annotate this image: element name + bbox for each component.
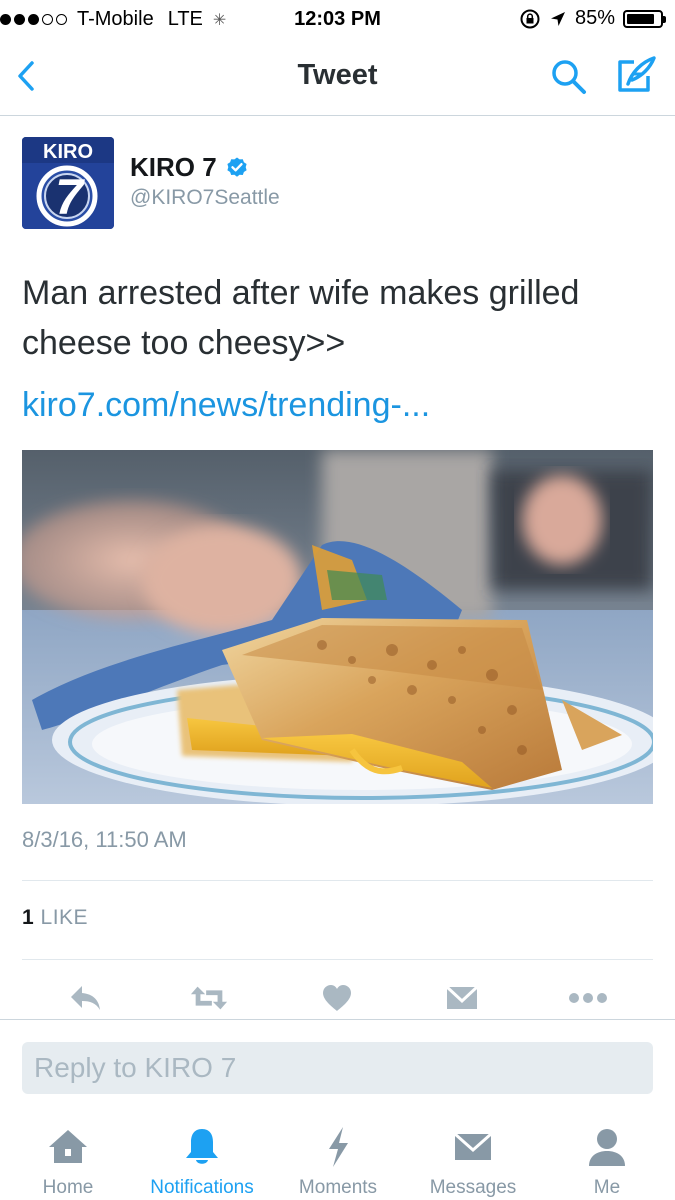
heart-icon (323, 985, 351, 1011)
search-button[interactable] (548, 56, 590, 98)
lightning-icon (316, 1125, 360, 1169)
likes-count[interactable]: 1 LIKE (22, 906, 88, 930)
search-icon (552, 60, 586, 94)
tab-messages-label: Messages (429, 1177, 517, 1198)
battery-level (627, 13, 654, 24)
location-arrow-icon (550, 11, 565, 26)
battery-icon (623, 9, 666, 28)
tab-moments[interactable]: Moments (292, 1111, 384, 1200)
more-icon (569, 993, 607, 1003)
rotation-lock-icon (520, 9, 540, 28)
direct-message-button[interactable] (442, 976, 482, 1020)
status-right: 85% (519, 7, 666, 30)
avatar[interactable]: KIRO 7 (22, 137, 114, 229)
verified-badge-icon (227, 157, 247, 177)
tab-home[interactable]: Home (28, 1111, 108, 1200)
tab-messages[interactable]: Messages (422, 1111, 524, 1200)
screen-name[interactable]: @KIRO7Seattle (130, 186, 280, 210)
tab-notifications[interactable]: Notifications (140, 1111, 264, 1200)
status-bar: T-Mobile LTE ✳ 12:03 PM 85% (0, 0, 675, 38)
tab-bar: Home Notifications Moments Messages Me (0, 1111, 675, 1200)
svg-text:7: 7 (55, 169, 85, 225)
grilled-cheese-photo (22, 450, 653, 804)
reply-icon (71, 986, 100, 1010)
tweet-text: Man arrested after wife makes grilled ch… (22, 274, 580, 362)
tweet-photo[interactable] (22, 450, 653, 804)
display-name-row[interactable]: KIRO 7 (130, 152, 249, 183)
retweet-icon (190, 986, 228, 1010)
more-button[interactable] (568, 976, 608, 1020)
tab-me-label: Me (593, 1177, 621, 1198)
home-icon (46, 1125, 90, 1169)
compose-tweet-button[interactable] (612, 52, 658, 98)
person-icon (585, 1125, 629, 1169)
compose-icon (618, 56, 656, 92)
battery-percentage: 85% (574, 7, 615, 29)
tab-notifications-label: Notifications (150, 1177, 254, 1198)
likes-number: 1 (22, 906, 35, 929)
tab-me[interactable]: Me (578, 1111, 636, 1200)
tweet-timestamp: 8/3/16, 11:50 AM (22, 827, 187, 852)
reply-bar (0, 1019, 675, 1112)
divider (22, 959, 653, 960)
envelope-icon (451, 1125, 495, 1169)
envelope-icon (445, 985, 479, 1009)
likes-label: LIKE (40, 906, 89, 929)
tab-moments-label: Moments (298, 1177, 378, 1198)
tweet-actions (0, 976, 675, 1020)
kiro7-logo-icon: KIRO 7 (22, 137, 114, 229)
display-name[interactable]: KIRO 7 (130, 152, 217, 183)
bell-icon (180, 1125, 224, 1169)
like-button[interactable] (317, 976, 357, 1020)
tweet-link[interactable]: kiro7.com/news/trending-... (22, 386, 430, 425)
svg-text:KIRO: KIRO (43, 141, 93, 163)
divider (22, 880, 653, 881)
reply-button[interactable] (66, 976, 106, 1020)
tab-home-label: Home (42, 1177, 94, 1198)
retweet-button[interactable] (189, 976, 229, 1020)
navigation-bar: Tweet (0, 38, 675, 116)
reply-input[interactable] (22, 1042, 653, 1094)
